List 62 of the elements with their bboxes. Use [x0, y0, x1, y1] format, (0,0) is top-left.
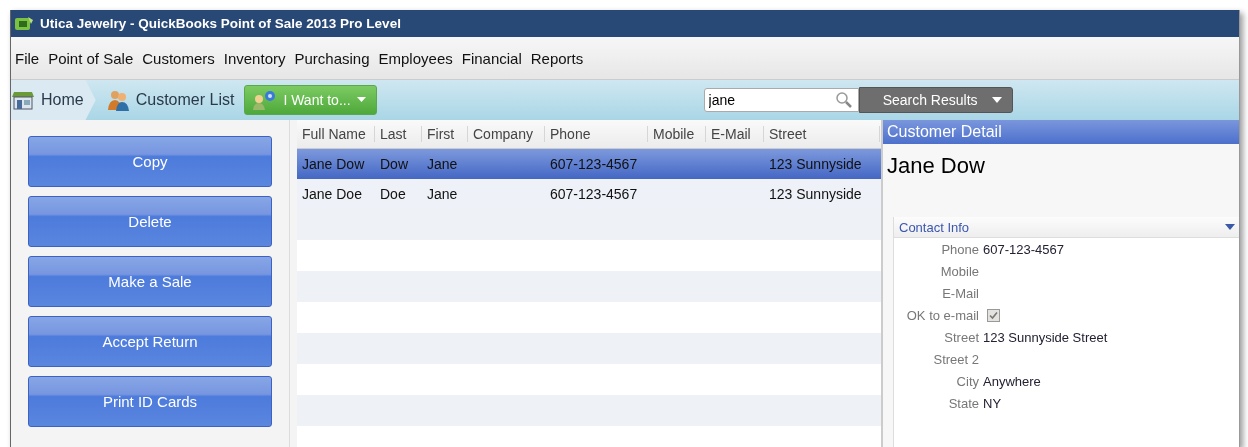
action-button[interactable]: Make a Sale [28, 256, 272, 307]
store-icon [11, 90, 35, 110]
field-label: E-Mail [941, 285, 979, 301]
menu-item[interactable]: Employees [376, 49, 460, 67]
field-label: Phone [940, 241, 979, 257]
field-label: City [955, 373, 979, 389]
customer-list-crumb[interactable]: Customer List [105, 80, 245, 120]
menu-item[interactable]: Reports [528, 49, 591, 67]
field-label: Mobile [939, 263, 979, 279]
field-value: Anywhere [983, 373, 1041, 389]
menu-item[interactable]: Purchasing [292, 49, 377, 67]
field-value: 123 Sunnyside Street [983, 329, 1108, 345]
table-cell-text: 123 Sunnyside [768, 186, 863, 202]
table-cell-text: Dow [379, 156, 409, 172]
action-button[interactable]: Accept Return [28, 316, 272, 367]
field-label: Street [943, 329, 979, 345]
column-header[interactable]: Street [764, 126, 880, 142]
table-cell-text: 607-123-4567 [549, 156, 639, 172]
action-button[interactable]: Copy [28, 136, 272, 187]
action-button[interactable]: Delete [28, 196, 272, 247]
field-label: Street 2 [932, 351, 979, 367]
column-header[interactable]: Last [375, 126, 422, 142]
checkbox[interactable] [987, 308, 1000, 322]
section-header[interactable]: Contact Info [894, 217, 1239, 238]
home-crumb[interactable]: Home [11, 80, 96, 120]
action-button[interactable]: Print ID Cards [28, 376, 272, 427]
table-cell-text: Jane [426, 156, 459, 172]
search-scope-dropdown[interactable]: Search Results [858, 87, 1013, 113]
people-icon [105, 89, 130, 111]
column-header[interactable]: Full Name [297, 126, 375, 142]
section-title: Contact Info [899, 219, 970, 235]
caret-icon [991, 96, 1002, 104]
menu-item[interactable]: Point of Sale [46, 49, 141, 67]
person-help-icon [251, 90, 278, 110]
search-icon [834, 91, 853, 109]
caret-icon [356, 97, 366, 103]
table-cell-text: Jane Dow [301, 156, 366, 172]
column-header[interactable]: Company [468, 126, 545, 142]
column-header[interactable]: First [422, 126, 468, 142]
app-icon [14, 15, 34, 32]
table-row[interactable]: Jane Dow Dow Jane 607-123-4567 123 Sunnyside [297, 149, 881, 179]
table-cell-text: Jane Doe [301, 186, 363, 202]
table-cell-text: 607-123-4567 [549, 186, 639, 202]
field-label: OK to e-mail [905, 307, 979, 323]
column-header[interactable]: Phone [545, 126, 648, 142]
column-header[interactable]: Mobile [648, 126, 706, 142]
table-cell-text: Jane [426, 186, 459, 202]
field-value: NY [983, 395, 1002, 411]
table-cell-text: Doe [379, 186, 407, 202]
column-header[interactable]: E-Mail [706, 126, 764, 142]
menu-item[interactable]: Financial [459, 49, 529, 67]
field-value: 607-123-4567 [983, 241, 1064, 257]
customer-name: Jane Dow [886, 152, 986, 180]
menu-item[interactable]: File [13, 49, 47, 67]
search-field[interactable]: jane [703, 88, 859, 112]
detail-title: Customer Detail [887, 123, 1002, 141]
table-row[interactable]: Jane Doe Doe Jane 607-123-4567 123 Sunnyside [297, 179, 881, 209]
field-label: State [947, 395, 979, 411]
window-title: Utica Jewelry - QuickBooks Point of Sale 2013 Pro Level [40, 16, 401, 31]
menu-item[interactable]: Inventory [221, 49, 293, 67]
table-cell-text: 123 Sunnyside [768, 156, 863, 172]
menu-item[interactable]: Customers [140, 49, 222, 67]
